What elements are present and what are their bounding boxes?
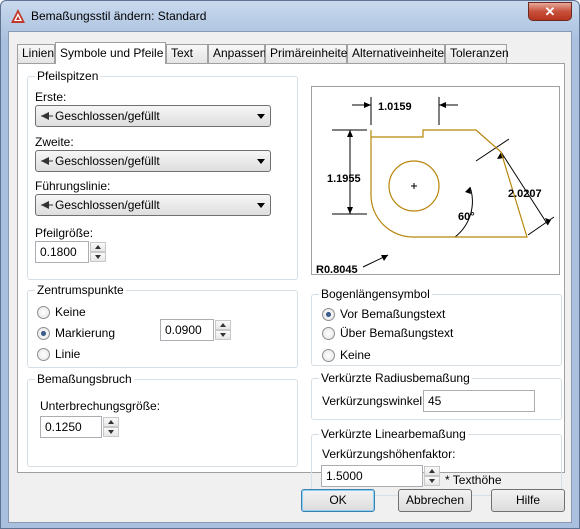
ok-button[interactable]: OK xyxy=(301,489,375,512)
linear-jog-group: Verkürzte Linearbemaßung Verkürzungshöhe… xyxy=(311,427,562,496)
jog-height-label: Verkürzungshöhenfaktor: xyxy=(322,447,456,461)
cancel-button[interactable]: Abbrechen xyxy=(398,489,472,512)
preview-drawing: 1.0159 1.1955 2.0207 60° R0.8045 xyxy=(316,97,555,276)
filled-arrow-icon xyxy=(41,157,53,165)
dim-left-value: 1.1955 xyxy=(327,173,361,185)
break-size-input[interactable]: 0.1250 xyxy=(40,416,102,438)
jog-angle-label: Verkürzungswinkel: xyxy=(322,394,426,408)
jog-angle-input[interactable]: 45 xyxy=(423,390,535,412)
help-button[interactable]: Hilfe xyxy=(491,489,565,512)
radio-circle xyxy=(322,327,335,340)
center-mark-size-spinner[interactable]: 0.0900 xyxy=(160,319,232,341)
dim-right-value: 2.0207 xyxy=(508,188,542,200)
spin-down-icon[interactable] xyxy=(215,330,231,340)
tab-symbole-und-pfeile[interactable]: Symbole und Pfeile xyxy=(55,42,166,64)
spin-up-icon[interactable] xyxy=(90,242,106,252)
filled-arrow-icon xyxy=(41,201,53,209)
center-marks-group: Zentrumspunkte Keine Markierung Linie 0.… xyxy=(27,283,298,368)
dialog-client-area: Linien Symbole und Pfeile Text Anpassen … xyxy=(8,31,572,523)
arrowheads-title: Pfeilspitzen xyxy=(35,69,101,83)
tab-text[interactable]: Text xyxy=(166,44,208,63)
first-arrow-label: Erste: xyxy=(35,90,67,104)
dim-break-title: Bemaßungsbruch xyxy=(35,372,134,386)
arc-above-radio[interactable]: Über Bemaßungstext xyxy=(322,326,462,342)
arc-none-label: Keine xyxy=(340,348,371,362)
tab-linien[interactable]: Linien xyxy=(17,44,55,63)
spin-up-icon[interactable] xyxy=(215,320,231,330)
center-mark-size-stepper xyxy=(215,320,231,340)
close-button[interactable]: ✕ xyxy=(528,2,572,21)
tab-toleranzen[interactable]: Toleranzen xyxy=(445,44,509,63)
title-bar[interactable]: Bemaßungsstil ändern: Standard ✕ xyxy=(1,1,579,31)
center-mark-none-label: Keine xyxy=(55,305,86,319)
center-mark-none-radio[interactable]: Keine xyxy=(37,305,117,321)
spin-up-icon[interactable] xyxy=(424,466,440,476)
arrow-size-input[interactable]: 0.1800 xyxy=(35,241,89,263)
center-marks-title: Zentrumspunkte xyxy=(35,283,126,297)
jog-height-stepper xyxy=(424,466,440,486)
linear-jog-title: Verkürzte Linearbemaßung xyxy=(319,427,468,441)
center-mark-line-label: Linie xyxy=(55,347,81,361)
radio-circle-checked xyxy=(322,308,335,321)
arc-length-title: Bogenlängensymbol xyxy=(319,287,432,301)
arc-above-label: Über Bemaßungstext xyxy=(340,326,454,340)
arrow-size-label: Pfeilgröße: xyxy=(35,226,94,240)
jog-height-input[interactable]: 1.5000 xyxy=(321,465,423,487)
arc-before-label: Vor Bemaßungstext xyxy=(340,307,446,321)
arrow-size-stepper xyxy=(90,242,106,262)
center-mark-size-input[interactable]: 0.0900 xyxy=(160,319,214,341)
radius-jog-group: Verkürzte Radiusbemaßung Verkürzungswink… xyxy=(311,371,562,420)
second-arrow-value: Geschlossen/gefüllt xyxy=(55,154,160,168)
center-mark-mark-label: Markierung xyxy=(55,326,116,340)
arc-none-radio[interactable]: Keine xyxy=(322,348,402,364)
dim-break-group: Bemaßungsbruch Unterbrechungsgröße: 0.12… xyxy=(27,372,298,467)
spin-up-icon[interactable] xyxy=(103,417,119,427)
first-arrow-combo[interactable]: Geschlossen/gefüllt xyxy=(35,105,271,127)
tab-panel: Pfeilspitzen Erste: Geschlossen/gefüllt … xyxy=(17,63,565,496)
leader-arrow-combo[interactable]: Geschlossen/gefüllt xyxy=(35,194,271,216)
center-mark-mark-radio[interactable]: Markierung xyxy=(37,326,127,342)
arrow-size-spinner[interactable]: 0.1800 xyxy=(35,241,107,263)
chevron-down-icon xyxy=(257,203,265,208)
chevron-down-icon xyxy=(257,114,265,119)
filled-arrow-icon xyxy=(41,112,53,120)
spin-down-icon[interactable] xyxy=(103,427,119,437)
tab-alternativeinheiten[interactable]: Alternativeinheiten xyxy=(347,44,451,63)
radius-value: R0.8045 xyxy=(316,264,358,276)
first-arrow-value: Geschlossen/gefüllt xyxy=(55,109,160,123)
text-height-suffix: * Texthöhe xyxy=(445,473,502,487)
leader-arrow-value: Geschlossen/gefüllt xyxy=(55,198,160,212)
spin-down-icon[interactable] xyxy=(424,476,440,486)
break-size-spinner[interactable]: 0.1250 xyxy=(40,416,120,438)
second-arrow-label: Zweite: xyxy=(35,135,74,149)
break-size-label: Unterbrechungsgröße: xyxy=(40,399,161,413)
radio-circle-checked xyxy=(37,327,50,340)
radio-circle xyxy=(37,306,50,319)
dim-top-value: 1.0159 xyxy=(378,101,412,113)
radius-jog-title: Verkürzte Radiusbemaßung xyxy=(319,371,472,385)
arc-length-group: Bogenlängensymbol Vor Bemaßungstext Über… xyxy=(311,287,562,366)
jog-height-spinner[interactable]: 1.5000 xyxy=(321,465,441,487)
leader-arrow-label: Führungslinie: xyxy=(35,179,111,193)
window-title: Bemaßungsstil ändern: Standard xyxy=(31,9,207,23)
autocad-logo-icon xyxy=(11,9,25,23)
spin-down-icon[interactable] xyxy=(90,252,106,262)
chevron-down-icon xyxy=(257,159,265,164)
tab-anpassen[interactable]: Anpassen xyxy=(208,44,266,63)
dialog-window: Bemaßungsstil ändern: Standard ✕ Linien … xyxy=(0,0,580,529)
center-mark-line-radio[interactable]: Linie xyxy=(37,347,117,363)
second-arrow-combo[interactable]: Geschlossen/gefüllt xyxy=(35,150,271,172)
arrowheads-group: Pfeilspitzen Erste: Geschlossen/gefüllt … xyxy=(27,69,298,280)
radio-circle xyxy=(322,349,335,362)
tab-primaereinheiten[interactable]: Primäreinheiten xyxy=(265,44,354,63)
arc-before-radio[interactable]: Vor Bemaßungstext xyxy=(322,307,462,323)
angle-value: 60° xyxy=(458,211,475,223)
radio-circle xyxy=(37,348,50,361)
dimension-preview: 1.0159 1.1955 2.0207 60° R0.8045 xyxy=(311,86,560,276)
break-size-stepper xyxy=(103,417,119,437)
